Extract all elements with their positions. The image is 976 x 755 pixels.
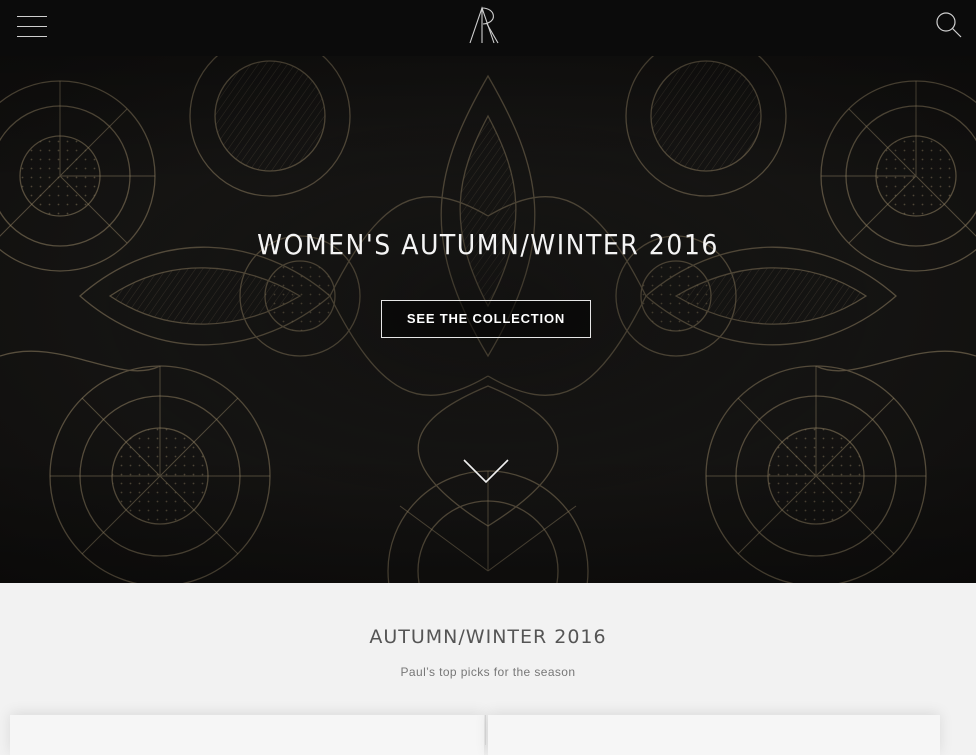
chevron-down-icon (463, 459, 509, 484)
product-card[interactable] (488, 715, 940, 755)
product-card[interactable] (10, 715, 484, 755)
monogram-logo-icon (469, 6, 499, 44)
hero-banner: WOMEN'S AUTUMN/WINTER 2016 SEE THE COLLE… (0, 56, 976, 583)
hamburger-menu-icon-line (17, 26, 47, 27)
see-collection-button[interactable]: SEE THE COLLECTION (381, 300, 591, 338)
search-icon (936, 12, 962, 38)
section-title: AUTUMN/WINTER 2016 (369, 626, 607, 648)
search-button[interactable] (934, 10, 964, 40)
hamburger-menu-icon (17, 16, 47, 17)
top-navigation-bar (0, 0, 976, 56)
brand-logo[interactable] (466, 5, 506, 47)
hamburger-menu-icon-line (17, 36, 47, 37)
divider (485, 715, 486, 745)
hero-title: WOMEN'S AUTUMN/WINTER 2016 (257, 228, 719, 261)
menu-button[interactable] (14, 12, 50, 42)
top-picks-section: AUTUMN/WINTER 2016 Paul’s top picks for … (0, 583, 976, 755)
section-subtitle: Paul’s top picks for the season (400, 665, 576, 679)
scroll-down-button[interactable] (462, 456, 510, 486)
